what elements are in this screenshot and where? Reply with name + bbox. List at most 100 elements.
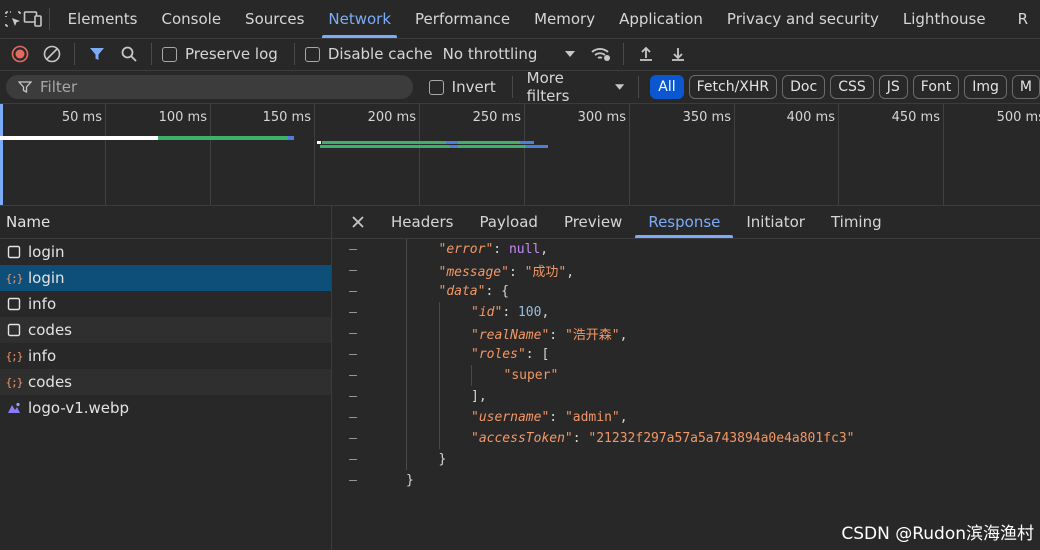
json-colon: : xyxy=(525,347,542,362)
name-column-header[interactable]: Name xyxy=(0,206,331,239)
more-filters-dropdown[interactable]: More filters xyxy=(527,69,625,105)
request-name: info xyxy=(28,295,57,313)
request-row[interactable]: codes xyxy=(0,317,331,343)
request-row[interactable]: login xyxy=(0,239,331,265)
json-key: id xyxy=(478,305,495,320)
indent-guide xyxy=(406,281,407,302)
caret-down-icon xyxy=(615,84,625,90)
preserve-log-checkbox[interactable]: Preserve log xyxy=(162,45,278,63)
filter-type-fetch-xhr[interactable]: Fetch/XHR xyxy=(688,75,778,99)
request-list: login {;} login info codes {;} info {;} codes log… xyxy=(0,239,331,421)
indent-guide xyxy=(438,344,440,365)
export-har-icon[interactable] xyxy=(662,38,694,70)
json-colon: : xyxy=(549,410,565,425)
more-filters-label: More filters xyxy=(526,69,570,105)
search-icon[interactable] xyxy=(113,38,145,70)
detail-tab-initiator[interactable]: Initiator xyxy=(733,206,818,238)
record-icon[interactable] xyxy=(4,38,36,70)
json-colon: : xyxy=(572,431,589,446)
code-content: "accessToken": "21232f297a57a5a743894a0e… xyxy=(471,431,855,446)
line-gutter-marker: – xyxy=(349,473,357,488)
request-row[interactable]: info xyxy=(0,291,331,317)
network-overview[interactable]: 50 ms 100 ms 150 ms 200 ms 250 ms 300 ms 350 m… xyxy=(0,104,1040,206)
filter-type-m[interactable]: M xyxy=(1011,75,1040,99)
disable-cache-checkbox[interactable]: Disable cache xyxy=(304,45,433,63)
code-line: – "data": { xyxy=(332,281,1040,302)
tab-network[interactable]: Network xyxy=(316,0,403,38)
overview-bar-download xyxy=(458,141,520,144)
detail-tab-preview[interactable]: Preview xyxy=(551,206,635,238)
json-colon: : xyxy=(493,242,509,257)
request-row[interactable]: {;} login xyxy=(0,265,331,291)
tab-lighthouse[interactable]: Lighthouse xyxy=(891,0,998,38)
request-name: login xyxy=(28,243,65,261)
code-content: "error": null, xyxy=(439,242,549,257)
code-line: – "id": 100, xyxy=(332,302,1040,323)
detail-tab-headers[interactable]: Headers xyxy=(378,206,466,238)
json-bracket: ], xyxy=(471,389,487,404)
tab-application[interactable]: Application xyxy=(607,0,715,38)
fetch-xhr-icon: {;} xyxy=(5,271,24,285)
tab-console[interactable]: Console xyxy=(150,0,234,38)
code-content: } xyxy=(439,452,447,467)
tab-label: Lighthouse xyxy=(902,10,986,28)
code-line: – "username": "admin", xyxy=(332,407,1040,428)
tab-privacy-and-security[interactable]: Privacy and security xyxy=(715,0,891,38)
tab-label: Privacy and security xyxy=(726,10,879,28)
indent-guide xyxy=(406,344,407,365)
devtools-tab-bar: Elements Console Sources Network Performance… xyxy=(0,0,1040,39)
filter-bar: Filter Invert More filters All Fetch/XHR D… xyxy=(0,69,1040,105)
line-gutter-marker: – xyxy=(349,284,357,299)
json-colon: : xyxy=(485,284,502,299)
overview-bar-download xyxy=(458,145,526,148)
json-comma: , xyxy=(541,305,550,320)
json-key: username xyxy=(478,410,542,425)
import-har-icon[interactable] xyxy=(630,38,662,70)
filter-type-css[interactable]: CSS xyxy=(830,75,874,99)
close-icon[interactable] xyxy=(342,206,374,238)
network-conditions-icon[interactable] xyxy=(585,38,617,70)
code-line: – "roles": [ xyxy=(332,344,1040,365)
request-row[interactable]: {;} info xyxy=(0,343,331,369)
filter-type-js[interactable]: JS xyxy=(878,75,908,99)
filter-type-all[interactable]: All xyxy=(650,75,684,99)
filter-input[interactable]: Filter xyxy=(6,75,413,99)
filter-type-font[interactable]: Font xyxy=(912,75,960,99)
request-detail-panel: Headers Payload Preview Response Initiator Ti… xyxy=(332,206,1040,550)
tab-elements[interactable]: Elements xyxy=(56,0,150,38)
json-key: error xyxy=(446,242,486,257)
detail-tab-response[interactable]: Response xyxy=(635,206,734,238)
inspect-element-icon[interactable] xyxy=(4,3,23,35)
preserve-log-label: Preserve log xyxy=(185,45,278,63)
response-body[interactable]: – "error": null, – "message": "成功", – "data":… xyxy=(332,239,1040,491)
tab-sources[interactable]: Sources xyxy=(233,0,316,38)
json-value: "21232f297a57a5a743894a0e4a801fc3" xyxy=(588,431,855,446)
filter-funnel-icon[interactable] xyxy=(81,38,113,70)
detail-tab-timing[interactable]: Timing xyxy=(818,206,895,238)
clear-icon[interactable] xyxy=(36,38,68,70)
code-content: "roles": [ xyxy=(471,347,549,362)
line-gutter-marker: – xyxy=(349,410,357,425)
code-line: – "accessToken": "21232f297a57a5a743894a0… xyxy=(332,428,1040,449)
json-value: "浩开森" xyxy=(564,328,620,343)
overview-bar-tail xyxy=(288,136,294,140)
tab-r[interactable]: R xyxy=(998,0,1040,38)
json-value: null xyxy=(508,242,541,257)
code-line: –} xyxy=(332,449,1040,470)
filter-type-img[interactable]: Img xyxy=(964,75,1007,99)
filter-type-doc[interactable]: Doc xyxy=(782,75,826,99)
request-row[interactable]: {;} codes xyxy=(0,369,331,395)
overview-bar-tail xyxy=(446,141,458,144)
invert-checkbox[interactable]: Invert xyxy=(428,78,496,96)
tab-list: Elements Console Sources Network Performance… xyxy=(56,0,1040,38)
device-toolbar-icon[interactable] xyxy=(23,3,43,35)
code-content: "id": 100, xyxy=(471,305,549,320)
json-key: accessToken xyxy=(478,431,565,446)
tab-memory[interactable]: Memory xyxy=(522,0,607,38)
request-name: logo-v1.webp xyxy=(28,399,130,417)
tab-performance[interactable]: Performance xyxy=(403,0,522,38)
watermark: CSDN @Rudon滨海渔村 xyxy=(841,524,1034,544)
detail-tab-payload[interactable]: Payload xyxy=(466,206,551,238)
request-row[interactable]: logo-v1.webp xyxy=(0,395,331,421)
throttling-select[interactable]: No throttling xyxy=(443,45,576,63)
